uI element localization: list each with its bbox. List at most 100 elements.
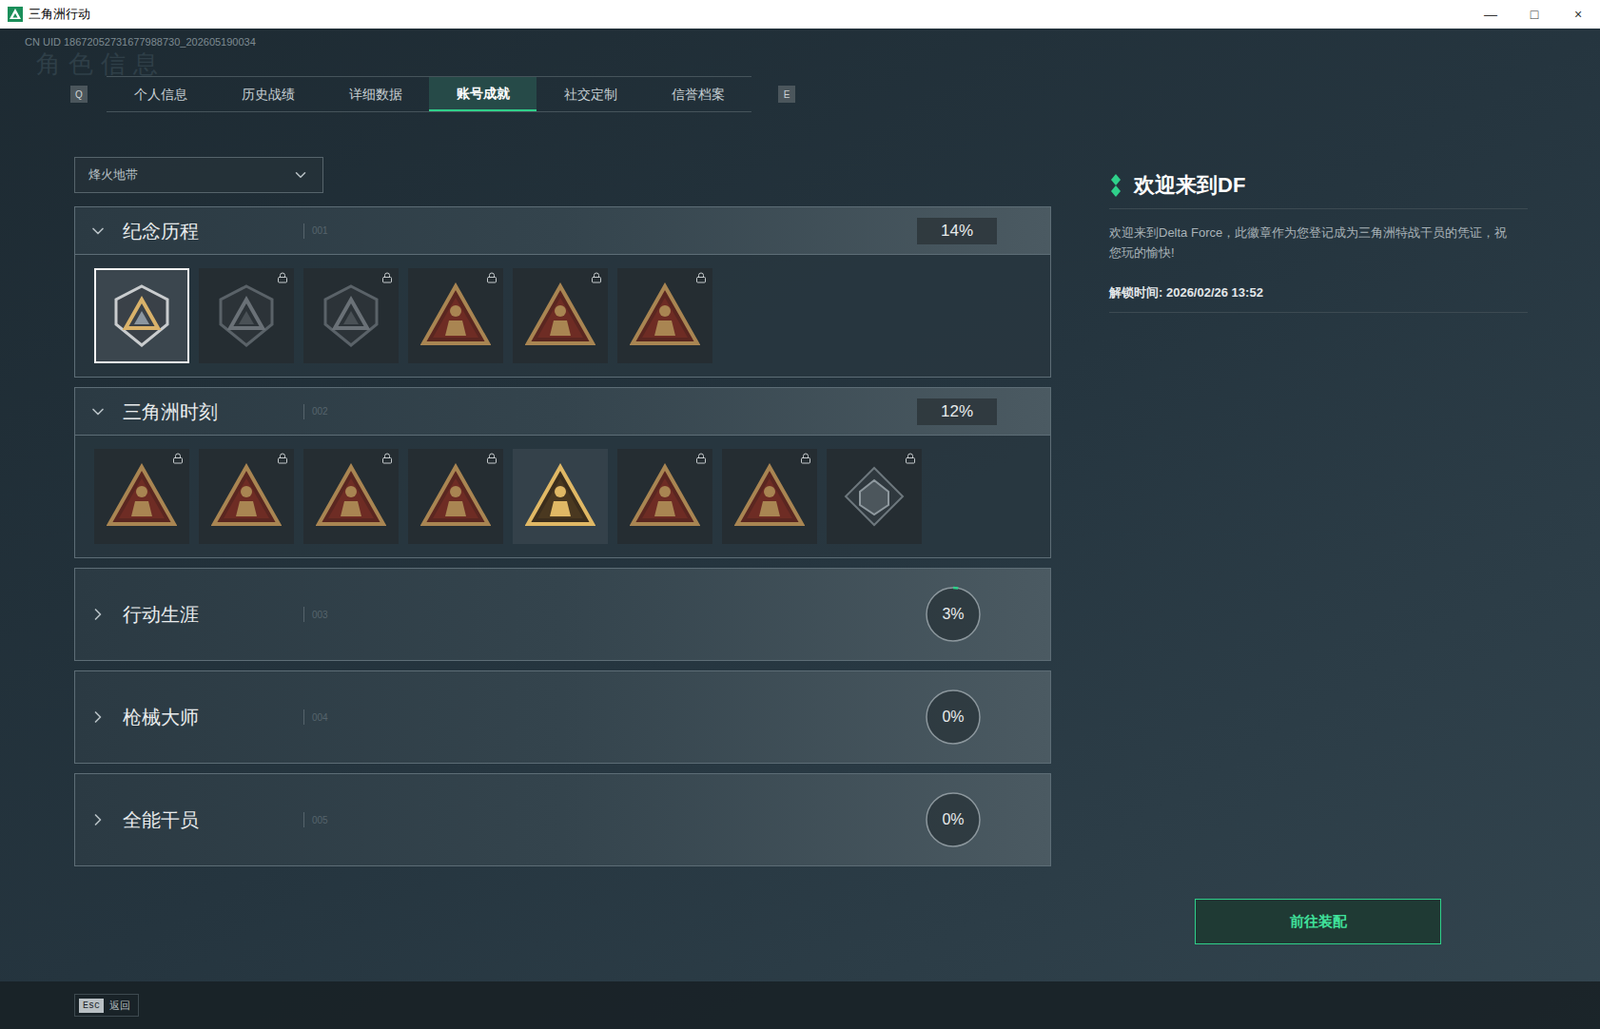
progress-ring: 0% (924, 688, 982, 746)
green-diamond-icon (1109, 174, 1123, 197)
lock-icon (695, 452, 707, 465)
detail-title-row: 欢迎来到DF (1109, 169, 1528, 210)
achievement-badge[interactable] (408, 448, 504, 545)
triangle-badge-icon (525, 463, 596, 530)
main-row: 烽火地带纪念历程00114%三角洲时刻00212%行动生涯0033%枪械大师00… (0, 156, 1600, 982)
uid-label: CN UID 18672052731677988730_202605190034 (0, 28, 1600, 50)
lock-icon (381, 452, 393, 465)
achievement-badge[interactable] (94, 448, 190, 545)
section-title: 三角洲时刻 (122, 397, 218, 427)
achievement-section: 纪念历程 001 14% (74, 206, 1052, 378)
tab[interactable]: 账号成就 (429, 77, 537, 112)
tab[interactable]: 个人信息 (106, 77, 215, 112)
detail-title: 欢迎来到DF (1133, 169, 1246, 201)
detail-panel: 欢迎来到DF欢迎来到Delta Force，此徽章作为您登记成为三角洲特战干员的… (1109, 156, 1528, 982)
achievement-badge[interactable] (94, 268, 190, 364)
footer-bar: Esc返回 (0, 981, 1600, 1029)
progress-ring: 3% (924, 585, 982, 644)
section-header[interactable]: 枪械大师 004 0% (74, 670, 1052, 764)
shield-badge-icon (108, 282, 176, 350)
lock-icon (590, 272, 603, 284)
achievement-badge[interactable] (617, 448, 713, 545)
chevron-down-icon (88, 221, 108, 241)
tab[interactable]: 详细数据 (321, 77, 430, 112)
section-header[interactable]: 纪念历程 001 14% (74, 206, 1052, 255)
window-control[interactable]: □ (1512, 0, 1557, 29)
window-control[interactable]: — (1468, 0, 1513, 29)
dropdown-arrow-icon (292, 166, 310, 184)
achievement-section: 枪械大师 004 0% (74, 670, 1052, 764)
game-screen: 角色信息CN UID 18672052731677988730_20260519… (0, 28, 1600, 1029)
progress-box: 14% (917, 217, 997, 245)
achievement-badge[interactable] (512, 268, 608, 364)
section-index: 002 (312, 404, 329, 419)
section-index: 001 (312, 223, 329, 238)
tab[interactable]: 社交定制 (536, 77, 644, 112)
section-title: 行动生涯 (122, 600, 199, 629)
triangle-badge-icon (629, 282, 701, 350)
prev-tab-key[interactable]: Q (70, 85, 88, 103)
section-header[interactable]: 全能干员 005 0% (74, 773, 1052, 867)
achievement-badge[interactable] (826, 448, 922, 545)
triangle-badge-icon (315, 463, 387, 530)
achievement-badge[interactable] (408, 268, 504, 364)
achievement-badge[interactable] (721, 448, 818, 545)
lock-icon (276, 272, 289, 284)
shield-badge-icon (213, 282, 280, 350)
esc-key: Esc (78, 998, 104, 1014)
section-title: 枪械大师 (122, 702, 199, 732)
lock-icon (276, 452, 289, 465)
triangle-badge-icon (420, 463, 491, 530)
badge-grid (74, 435, 1052, 559)
triangle-badge-icon (629, 463, 701, 530)
app-window: 三角洲行动—□×角色信息CN UID 18672052731677988730_… (0, 0, 1600, 1029)
diamond-badge-icon (840, 463, 908, 530)
section-header[interactable]: 三角洲时刻00212% (74, 387, 1052, 436)
window-control[interactable]: × (1556, 0, 1600, 29)
watermark: 角色信息 (36, 51, 166, 77)
lock-icon (172, 452, 184, 465)
chevron-right-icon (88, 707, 108, 727)
achievement-section: 行动生涯 003 3% (74, 567, 1052, 662)
back-button[interactable]: Esc返回 (74, 994, 139, 1018)
section-index: 005 (312, 813, 329, 828)
title-bar: 三角洲行动 —□× (0, 0, 1600, 29)
tab[interactable]: 历史战绩 (214, 77, 322, 112)
triangle-badge-icon (525, 282, 596, 350)
triangle-badge-icon (420, 282, 491, 350)
achievement-badge[interactable] (303, 268, 399, 364)
equip-button[interactable]: 前往装配 (1194, 898, 1442, 945)
chevron-right-icon (88, 604, 108, 625)
mode-dropdown[interactable]: 烽火地带 (74, 156, 324, 194)
lock-icon (695, 272, 707, 284)
shield-badge-icon (317, 282, 385, 350)
achievement-badge[interactable] (303, 448, 399, 545)
chevron-right-icon (88, 810, 108, 830)
section-index: 004 (312, 710, 329, 725)
window-title: 三角洲行动 (28, 4, 91, 24)
achievement-section: 全能干员 005 0% (74, 773, 1052, 867)
achievement-badge[interactable] (512, 448, 608, 545)
lock-icon (800, 452, 812, 465)
chevron-down-icon (88, 402, 108, 422)
section-title: 纪念历程 (122, 216, 199, 246)
section-title: 全能干员 (122, 805, 199, 835)
achievement-badge[interactable] (198, 448, 294, 545)
triangle-badge-icon (734, 463, 805, 530)
tab-bar: Q 个人信息历史战绩详细数据账号成就社交定制信誉档案 E (0, 76, 1600, 113)
section-header[interactable]: 行动生涯 003 3% (74, 567, 1052, 662)
next-tab-key[interactable]: E (778, 85, 796, 103)
unlock-time: 解锁时间: 2026/02/26 13:52 (1109, 283, 1528, 313)
lock-icon (486, 272, 498, 284)
achievement-column: 烽火地带纪念历程00114%三角洲时刻00212%行动生涯0033%枪械大师00… (74, 156, 1052, 982)
achievement-badge[interactable] (617, 268, 713, 364)
achievement-section: 三角洲时刻00212% (74, 387, 1052, 559)
section-index: 003 (312, 607, 329, 623)
achievement-badge[interactable] (198, 268, 294, 364)
progress-ring: 0% (924, 791, 982, 849)
lock-icon (381, 272, 393, 284)
lock-icon (486, 452, 498, 465)
lock-icon (904, 452, 917, 465)
tab[interactable]: 信誉档案 (643, 77, 752, 112)
app-logo-icon (7, 6, 23, 22)
